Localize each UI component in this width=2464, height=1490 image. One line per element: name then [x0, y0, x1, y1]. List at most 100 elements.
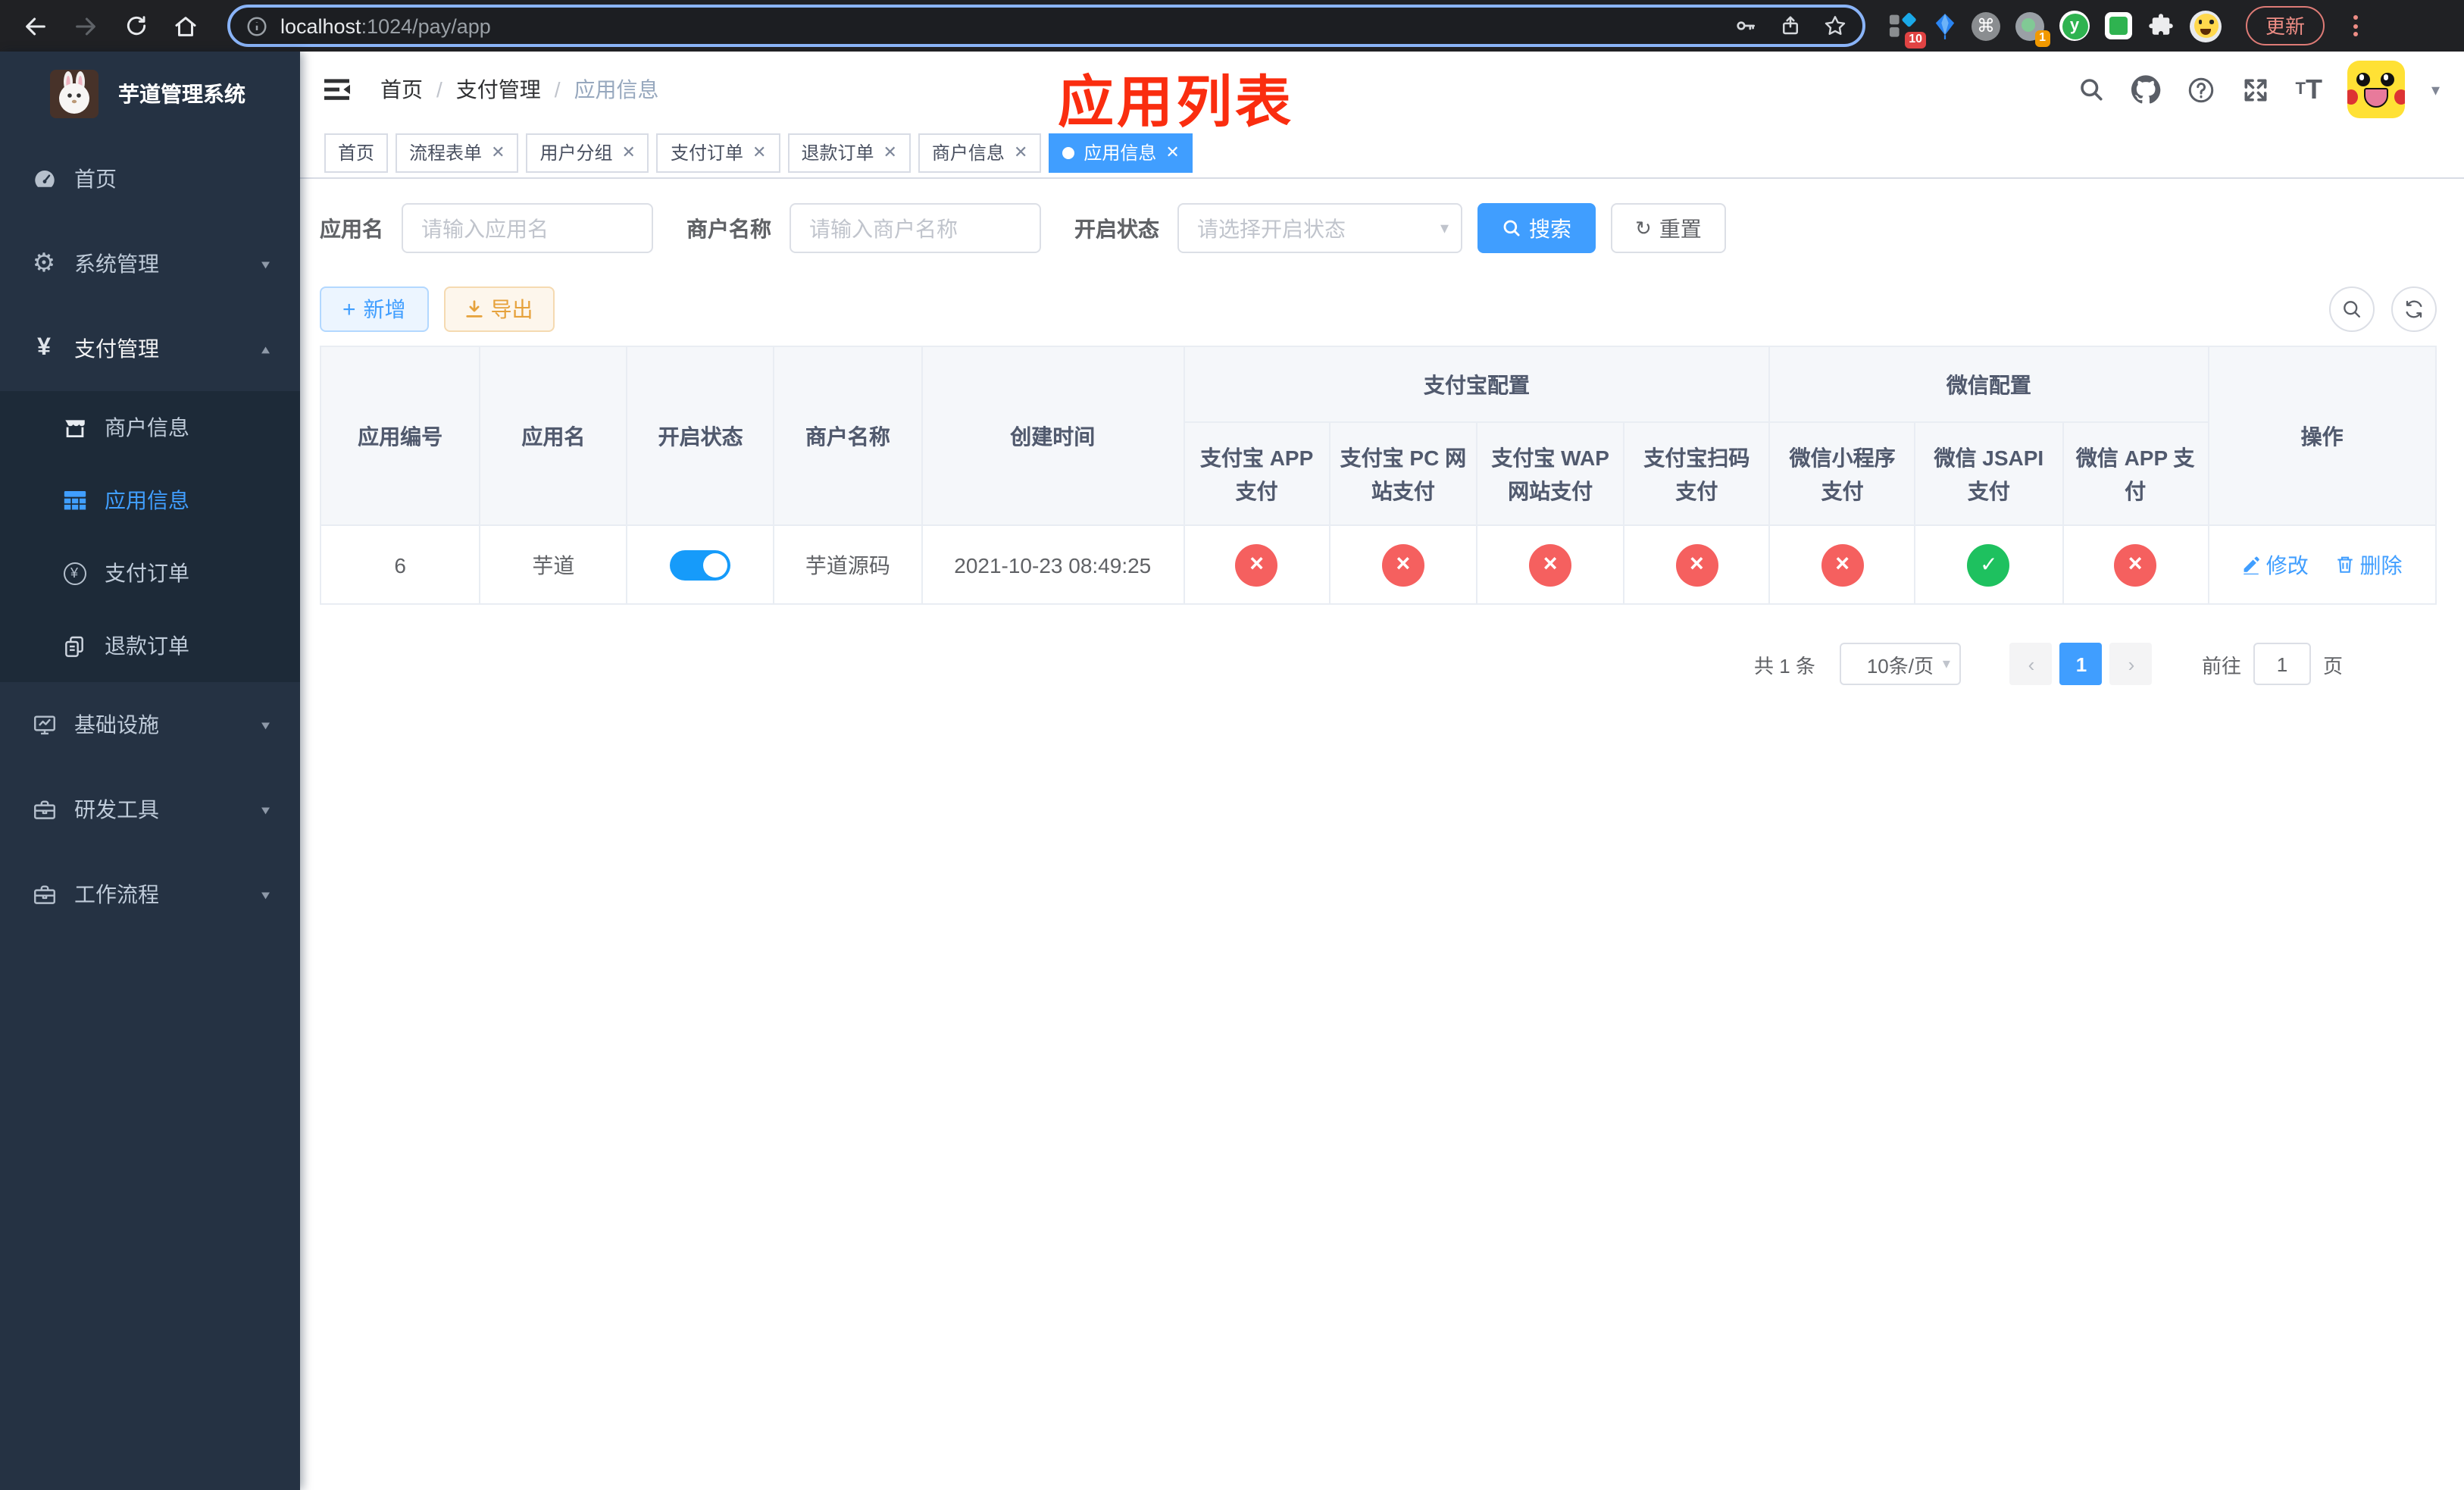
toolbox-icon	[30, 881, 58, 907]
extension-badge: 10	[1905, 31, 1926, 48]
payment-submenu: 商户信息 应用信息 ¥ 支付订单 退款订单	[0, 391, 300, 682]
back-icon[interactable]	[15, 5, 56, 46]
tab-pay-orders[interactable]: 支付订单 ✕	[656, 133, 780, 172]
sidebar-item-pay-orders[interactable]: ¥ 支付订单	[0, 537, 300, 609]
browser-menu-icon[interactable]	[2353, 15, 2359, 36]
breadcrumb-payment[interactable]: 支付管理	[456, 74, 541, 105]
share-icon[interactable]	[1779, 14, 1802, 38]
sidebar-item-infrastructure[interactable]: 基础设施 ▾	[0, 682, 300, 767]
close-icon[interactable]: ✕	[622, 142, 636, 162]
sidebar-item-label: 商户信息	[105, 415, 189, 440]
extension-yudao-icon[interactable]: y	[2059, 11, 2090, 41]
forward-icon[interactable]	[65, 5, 106, 46]
table-grid-icon	[61, 488, 88, 512]
sidebar-item-merchant-info[interactable]: 商户信息	[0, 391, 300, 464]
tab-refund-orders[interactable]: 退款订单 ✕	[787, 133, 911, 172]
status-select[interactable]: ▾	[1177, 203, 1462, 253]
breadcrumb-home[interactable]: 首页	[380, 74, 423, 105]
extension-kite-icon[interactable]	[1934, 11, 1956, 40]
download-icon	[465, 300, 483, 318]
tab-home[interactable]: 首页	[324, 133, 389, 172]
trash-icon	[2337, 556, 2353, 573]
close-icon[interactable]: ✕	[491, 142, 505, 162]
app-table: 应用编号 应用名 开启状态 商户名称 创建时间 支付宝配置 微信配置 操作 支付…	[319, 346, 2437, 605]
page-unit-label: 页	[2322, 654, 2343, 677]
close-icon[interactable]: ✕	[883, 142, 896, 162]
user-avatar[interactable]	[2347, 61, 2406, 118]
url-bar[interactable]: localhost:1024/pay/app	[227, 5, 1865, 47]
reload-icon[interactable]	[115, 5, 156, 46]
app-logo[interactable]: 芋道管理系统	[0, 52, 300, 136]
sidebar-item-system[interactable]: ⚙ 系统管理 ▾	[0, 221, 300, 306]
enable-switch[interactable]	[670, 549, 731, 580]
sidebar-item-app-info[interactable]: 应用信息	[0, 464, 300, 537]
col-wx-jsapi: 微信 JSAPI 支付	[1914, 421, 2064, 526]
bookmark-star-icon[interactable]	[1823, 14, 1847, 38]
header-search-icon[interactable]	[2077, 76, 2104, 103]
url-path: :1024/pay/app	[361, 14, 491, 37]
close-icon[interactable]: ✕	[1165, 142, 1179, 162]
toolbox-icon	[30, 797, 58, 822]
page-size-select[interactable]: 10条/页 ▾	[1839, 643, 1961, 685]
extension-puzzle-icon[interactable]	[2147, 12, 2175, 39]
col-app-id: 应用编号	[319, 346, 481, 526]
docs-help-icon[interactable]	[2186, 75, 2215, 104]
yen-icon: ¥	[37, 335, 51, 361]
add-button[interactable]: + 新增	[320, 286, 429, 332]
password-key-icon[interactable]	[1734, 14, 1758, 38]
export-button[interactable]: 导出	[443, 286, 555, 332]
home-icon[interactable]	[165, 5, 206, 46]
status-cross-icon	[2114, 543, 2157, 586]
refresh-table-button[interactable]	[2391, 286, 2437, 332]
chevron-up-icon: ▴	[261, 342, 270, 357]
reset-button[interactable]: ↻ 重置	[1611, 203, 1726, 253]
sidebar-item-refund-orders[interactable]: 退款订单	[0, 609, 300, 682]
goto-page-input[interactable]	[2253, 643, 2311, 685]
col-actions: 操作	[2207, 346, 2437, 526]
tab-merchant-info[interactable]: 商户信息 ✕	[918, 133, 1042, 172]
edit-link[interactable]: 修改	[2242, 549, 2309, 580]
prev-page-button[interactable]: ‹	[2009, 643, 2053, 685]
status-label: 开启状态	[1074, 216, 1159, 240]
sidebar-item-workflow[interactable]: 工作流程 ▾	[0, 852, 300, 937]
extension-command-icon[interactable]: ⌘	[1972, 11, 2000, 40]
pencil-icon	[2244, 556, 2260, 574]
app-name-input[interactable]	[402, 203, 653, 253]
goto-label: 前往	[2201, 654, 2241, 677]
next-page-button[interactable]: ›	[2109, 643, 2153, 685]
extension-blocks-icon[interactable]: 10	[1888, 11, 1926, 48]
page-number-button[interactable]: 1	[2059, 643, 2103, 685]
tab-flow-form[interactable]: 流程表单 ✕	[396, 133, 519, 172]
tab-app-info[interactable]: 应用信息 ✕	[1049, 133, 1193, 172]
font-size-icon[interactable]: TT	[2295, 74, 2322, 105]
github-icon[interactable]	[2130, 74, 2160, 105]
sidebar-item-payment[interactable]: ¥ 支付管理 ▴	[0, 306, 300, 391]
sidebar-collapse-icon[interactable]	[324, 74, 355, 105]
sidebar-item-dev-tools[interactable]: 研发工具 ▾	[0, 767, 300, 852]
status-select-input[interactable]	[1177, 203, 1462, 253]
toggle-search-button[interactable]	[2329, 286, 2375, 332]
sidebar-item-label: 系统管理	[74, 252, 159, 276]
close-icon[interactable]: ✕	[752, 142, 766, 162]
delete-link[interactable]: 删除	[2336, 549, 2403, 580]
status-check-icon	[1967, 543, 2010, 586]
extension-notes-icon[interactable]	[2105, 12, 2132, 39]
status-cross-icon	[1235, 543, 1278, 586]
browser-toolbar: localhost:1024/pay/app 10 ⌘ 1 y 更新	[0, 0, 2464, 52]
extension-recorder-icon[interactable]: 1	[2015, 11, 2050, 46]
close-icon[interactable]: ✕	[1014, 142, 1027, 162]
tab-user-group[interactable]: 用户分组 ✕	[526, 133, 649, 172]
table-toolbar: + 新增 导出	[320, 286, 2437, 332]
browser-update-button[interactable]: 更新	[2246, 6, 2325, 45]
chevron-down-icon: ▾	[261, 257, 270, 272]
search-button[interactable]: 搜索	[1477, 203, 1596, 253]
profile-avatar-icon[interactable]	[2190, 10, 2222, 42]
sidebar-item-home[interactable]: 首页	[0, 136, 300, 221]
gear-icon: ⚙	[32, 249, 56, 277]
chevron-down-icon: ▾	[1440, 220, 1449, 238]
user-menu-caret-icon[interactable]: ▾	[2431, 80, 2440, 99]
cell-created: 2021-10-23 08:49:25	[921, 524, 1185, 605]
merchant-name-input[interactable]	[790, 203, 1041, 253]
fullscreen-icon[interactable]	[2240, 75, 2269, 104]
site-info-icon[interactable]	[245, 14, 268, 37]
